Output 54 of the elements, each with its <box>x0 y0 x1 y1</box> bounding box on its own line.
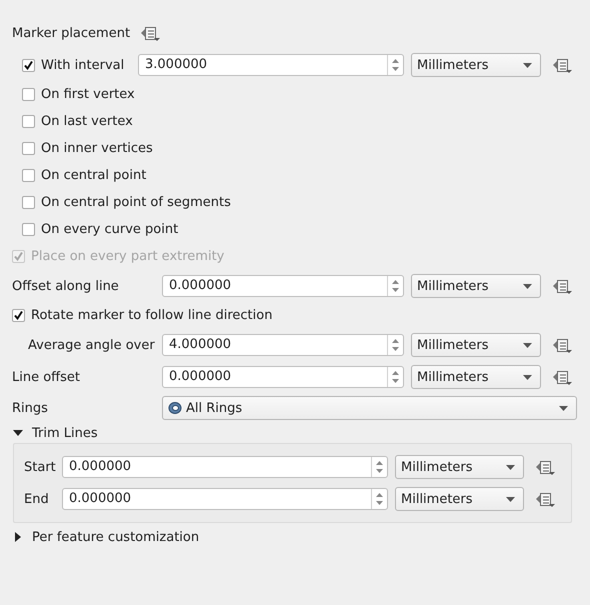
spin-box[interactable]: 4.000000 <box>162 334 404 356</box>
ring-icon <box>168 401 182 415</box>
section-header: Per feature customization <box>32 530 200 544</box>
checkbox-label: Rotate marker to follow line direction <box>31 308 272 322</box>
data-defined-override-icon[interactable] <box>552 368 572 386</box>
spin-box[interactable]: 3.000000 <box>138 54 404 76</box>
spin-box[interactable]: 0.000000 <box>162 275 404 297</box>
spin-box[interactable]: 0.000000 <box>62 456 388 478</box>
dropdown[interactable]: Millimeters <box>395 487 524 511</box>
data-defined-override-icon[interactable] <box>552 278 572 294</box>
dropdown[interactable]: Millimeters <box>411 333 541 357</box>
checkbox[interactable] <box>22 222 35 236</box>
checkbox[interactable] <box>22 142 35 154</box>
dropdown[interactable]: All Rings <box>162 396 577 420</box>
checkbox[interactable] <box>22 88 35 100</box>
caret-icon <box>559 406 568 410</box>
dropdown[interactable]: Millimeters <box>395 455 524 479</box>
caret-icon <box>523 342 532 348</box>
checkbox[interactable] <box>22 168 35 182</box>
checkbox-label: On central point of segments <box>41 194 231 210</box>
checkbox-label: On inner vertices <box>41 140 153 156</box>
caret-icon <box>523 62 532 68</box>
checkbox[interactable] <box>22 196 35 208</box>
data-defined-override-icon[interactable] <box>535 490 555 508</box>
data-defined-override-icon[interactable] <box>552 56 572 74</box>
field-label: Offset along line <box>12 278 120 294</box>
checkbox-label: On every curve point <box>41 222 178 236</box>
section-header: Trim Lines <box>32 426 98 440</box>
data-defined-override-icon[interactable] <box>552 336 572 354</box>
field-label: End <box>24 492 50 506</box>
section-title: Marker placement <box>12 26 130 40</box>
field-label: Average angle over <box>28 338 156 352</box>
spin-box[interactable]: 0.000000 <box>162 366 404 388</box>
checkbox-label: Place on every part extremity <box>31 248 224 264</box>
caret-icon <box>523 284 532 288</box>
checkbox[interactable] <box>12 308 25 322</box>
dropdown[interactable]: Millimeters <box>411 53 541 77</box>
data-defined-override-icon[interactable] <box>535 458 555 476</box>
checkbox-label: On first vertex <box>41 86 135 102</box>
dropdown[interactable]: Millimeters <box>411 274 541 298</box>
checkbox[interactable] <box>22 58 35 72</box>
field-label: Rings <box>12 400 49 416</box>
checkbox[interactable] <box>22 114 35 128</box>
field-label: Line offset <box>12 370 82 384</box>
dropdown[interactable]: Millimeters <box>411 365 541 389</box>
checkbox-label: On central point <box>41 168 146 182</box>
caret-icon <box>506 496 515 502</box>
field-label: Start <box>24 460 57 474</box>
checkbox-label: On last vertex <box>41 114 133 128</box>
caret-icon <box>523 374 532 380</box>
data-defined-override-icon[interactable] <box>140 24 160 42</box>
caret-icon <box>506 464 515 470</box>
spin-box[interactable]: 0.000000 <box>62 488 388 510</box>
checkbox-label: With interval <box>41 58 124 72</box>
